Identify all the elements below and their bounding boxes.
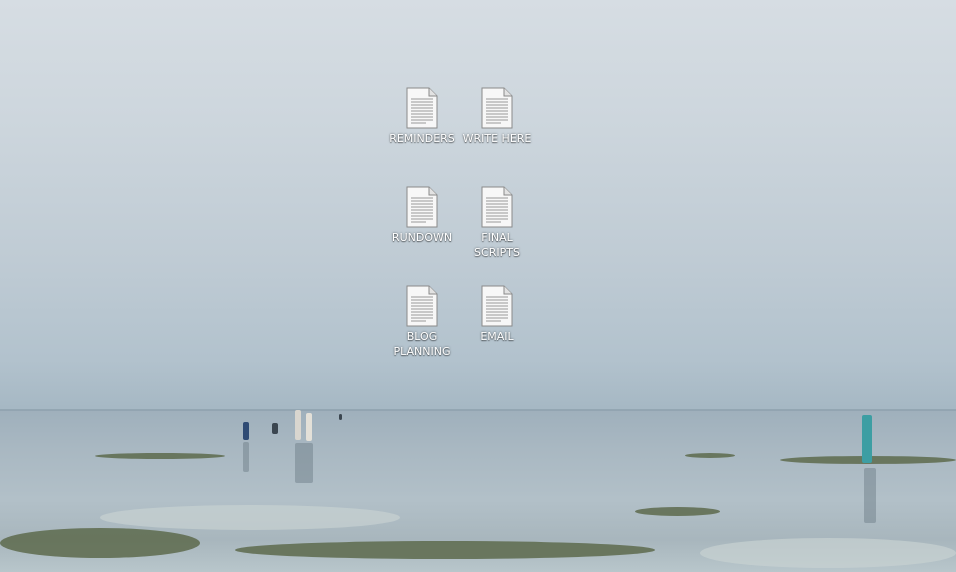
sand-reflection <box>700 538 956 568</box>
icon-label: BLOG PLANNING <box>393 330 451 358</box>
seaweed-patch <box>0 528 200 558</box>
text-document-icon <box>384 285 460 327</box>
desktop-icon-reminders[interactable]: REMINDERS <box>384 87 460 146</box>
text-document-icon <box>384 87 460 129</box>
seaweed-patch <box>235 541 655 559</box>
person-reflection <box>864 468 876 523</box>
icon-label: RUNDOWN <box>391 231 453 244</box>
person-reflection <box>295 443 313 483</box>
text-document-icon <box>459 186 535 228</box>
desktop-icon-rundown[interactable]: RUNDOWN <box>384 186 460 245</box>
person-reflection <box>243 442 249 472</box>
text-document-icon <box>459 87 535 129</box>
seaweed-patch <box>635 507 720 516</box>
icon-label: EMAIL <box>480 330 514 343</box>
seaweed-patch <box>95 453 225 459</box>
desktop-icon-final-scripts[interactable]: FINAL SCRIPTS <box>459 186 535 260</box>
icon-label: REMINDERS <box>389 132 455 145</box>
sand-reflection <box>100 505 400 530</box>
text-document-icon <box>459 285 535 327</box>
desktop-icon-blog-planning[interactable]: BLOG PLANNING <box>384 285 460 359</box>
wading-person <box>306 413 312 441</box>
icon-label: WRITE HERE <box>462 132 532 145</box>
wading-person <box>243 422 249 440</box>
icon-label: FINAL SCRIPTS <box>474 231 520 259</box>
desktop-icon-email[interactable]: EMAIL <box>459 285 535 344</box>
wading-person <box>862 415 872 463</box>
seaweed-patch <box>685 453 735 458</box>
wading-person <box>339 414 342 420</box>
horizon-line <box>0 409 956 411</box>
wading-person <box>272 423 278 434</box>
desktop-icon-write-here[interactable]: WRITE HERE <box>459 87 535 146</box>
wading-person <box>295 410 301 440</box>
text-document-icon <box>384 186 460 228</box>
